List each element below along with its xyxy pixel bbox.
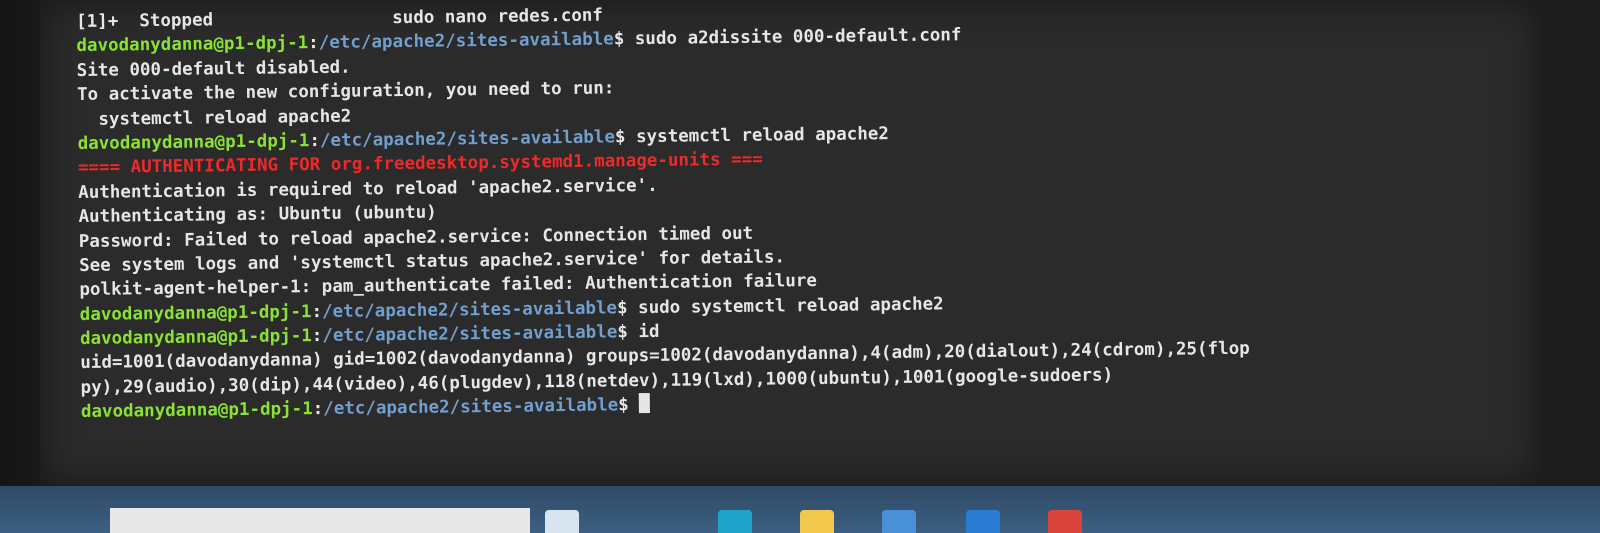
prompt-user-host: davodanydanna@p1-dpj-1 [76,33,309,57]
prompt-colon: : [308,33,319,54]
prompt-user-host: davodanydanna@p1-dpj-1 [79,326,312,350]
task-view-icon[interactable] [545,510,579,533]
store-icon[interactable] [882,510,916,533]
prompt-dollar: $ [614,127,637,148]
output-text: To activate the new configuration, you n… [76,78,615,106]
output-text: Authenticating as: Ubuntu (ubuntu) [78,202,437,228]
prompt-user-host: davodanydanna@p1-dpj-1 [80,399,313,423]
command-text: sudo systemctl reload apache2 [637,294,944,318]
edge-browser-icon[interactable] [718,510,752,533]
terminal-cursor [639,393,651,414]
output-text: Authentication is required to reload 'ap… [78,175,658,203]
taskbar-search-box[interactable] [110,508,530,533]
prompt-path: /etc/apache2/sites-available [321,298,618,322]
command-text: systemctl reload apache2 [635,124,890,148]
mail-icon[interactable] [966,510,1000,533]
prompt-dollar: $ [618,395,640,416]
prompt-dollar: $ [616,297,639,319]
prompt-colon: : [311,326,323,347]
prompt-user-host: davodanydanna@p1-dpj-1 [79,301,312,325]
prompt-dollar: $ [613,29,635,50]
output-text: systemctl reload apache2 [77,106,352,130]
prompt-colon: : [312,399,324,420]
prompt-user-host: davodanydanna@p1-dpj-1 [77,131,310,154]
prompt-path: /etc/apache2/sites-available [322,322,618,347]
terminal-output: [1]+ Stopped sudo nano redes.conf davodan… [76,0,1250,425]
chrome-icon[interactable] [1048,510,1082,533]
terminal-window[interactable]: [1]+ Stopped sudo nano redes.conf davodan… [40,0,1540,486]
prompt-colon: : [311,301,323,322]
output-text: Site 000-default disabled. [76,57,351,81]
file-explorer-icon[interactable] [800,510,834,533]
taskbar [0,486,1600,533]
prompt-path: /etc/apache2/sites-available [318,29,614,54]
command-text: sudo a2dissite 000-default.conf [634,25,962,50]
prompt-path: /etc/apache2/sites-available [319,127,616,151]
prompt-dollar: $ [617,322,639,343]
prompt-path: /etc/apache2/sites-available [323,395,619,420]
prompt-colon: : [309,130,321,152]
screen: [1]+ Stopped sudo nano redes.conf davodan… [0,0,1600,533]
command-text: id [638,321,660,343]
